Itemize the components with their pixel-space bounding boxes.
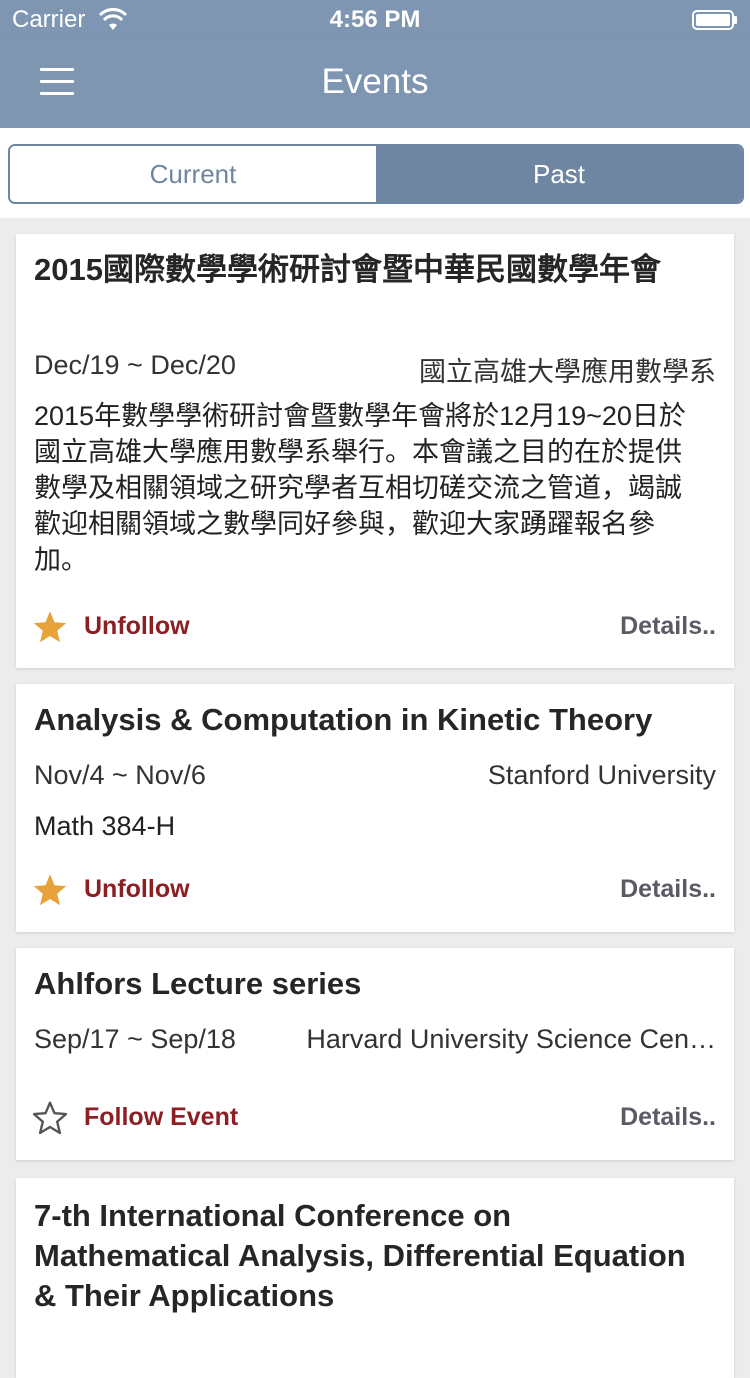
current-past-segmented-control: Current Past	[8, 144, 744, 204]
details-link[interactable]: Details..	[620, 1103, 716, 1132]
event-card[interactable]: Analysis & Computation in Kinetic Theory…	[16, 684, 734, 932]
unfollow-button[interactable]: Unfollow	[84, 875, 190, 904]
event-date: Sep/17 ~ Sep/18	[34, 1024, 236, 1054]
details-link[interactable]: Details..	[620, 612, 716, 641]
follow-event-button[interactable]: Follow Event	[84, 1103, 238, 1132]
battery-icon	[692, 10, 737, 30]
details-link[interactable]: Details..	[620, 875, 716, 904]
event-card[interactable]: Ahlfors Lecture series Sep/17 ~ Sep/18 H…	[16, 948, 734, 1160]
navigation-bar: Events	[0, 40, 750, 128]
segment-bar: Current Past	[0, 128, 750, 218]
event-title: 7-th International Conference on Mathema…	[34, 1198, 686, 1313]
event-venue: Harvard University Science Cen…	[306, 1024, 716, 1054]
clock: 4:56 PM	[329, 6, 421, 33]
star-outline-icon[interactable]	[32, 1100, 68, 1136]
event-card[interactable]: 7-th International Conference on Mathema…	[16, 1178, 734, 1378]
event-title: Analysis & Computation in Kinetic Theory	[34, 702, 653, 737]
status-bar: Carrier 4:56 PM	[0, 0, 750, 40]
event-venue: 國立高雄大學應用數學系	[419, 357, 716, 387]
star-filled-icon[interactable]	[32, 872, 68, 908]
event-card[interactable]: 2015國際數學學術研討會暨中華民國數學年會 Dec/19 ~ Dec/20 國…	[16, 234, 734, 668]
unfollow-button[interactable]: Unfollow	[84, 612, 190, 641]
event-title: 2015國際數學學術研討會暨中華民國數學年會	[34, 252, 661, 287]
star-filled-icon[interactable]	[32, 609, 68, 645]
event-description: Math 384-H	[34, 811, 176, 841]
tab-current[interactable]: Current	[10, 146, 376, 202]
tab-past[interactable]: Past	[376, 146, 742, 202]
page-title: Events	[321, 62, 429, 101]
event-title: Ahlfors Lecture series	[34, 966, 362, 1001]
event-date: Nov/4 ~ Nov/6	[34, 760, 206, 790]
event-venue: Stanford University	[487, 760, 716, 790]
event-description: 2015年數學學術研討會暨數學年會將於12月19~20日於國立高雄大學應用數學系…	[34, 401, 686, 575]
event-date: Dec/19 ~ Dec/20	[34, 350, 236, 380]
